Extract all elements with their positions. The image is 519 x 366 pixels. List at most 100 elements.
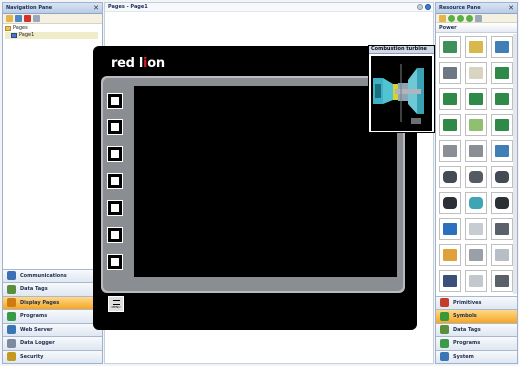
function-key-4[interactable] bbox=[107, 173, 123, 189]
navigation-pane: Navigation Pane ✕ Pages Page1 Communicat… bbox=[2, 2, 103, 364]
communications-icon bbox=[7, 271, 16, 281]
forward-icon[interactable] bbox=[457, 15, 464, 22]
tree-item-label: Pages bbox=[13, 25, 28, 31]
programs-icon bbox=[7, 311, 16, 321]
tree-item-pages[interactable]: Pages bbox=[5, 25, 100, 32]
symbol-thumbnail[interactable] bbox=[439, 114, 461, 136]
symbol-thumbnail[interactable] bbox=[465, 62, 487, 84]
forward-icon[interactable] bbox=[425, 4, 431, 10]
symbol-thumbnail[interactable] bbox=[439, 166, 461, 188]
symbol-thumbnail[interactable] bbox=[439, 88, 461, 110]
symbol-thumbnail[interactable] bbox=[439, 192, 461, 214]
resource-category[interactable]: Power bbox=[436, 23, 517, 33]
resource-button-data-tags[interactable]: Data Tags bbox=[436, 322, 517, 336]
resource-button-primitives[interactable]: Primitives bbox=[436, 295, 517, 309]
symbol-thumbnail[interactable] bbox=[465, 270, 487, 292]
symbol-thumbnail-image bbox=[469, 119, 483, 131]
symbol-thumbnail[interactable] bbox=[465, 140, 487, 162]
function-key-1[interactable] bbox=[107, 93, 123, 109]
menu-icon bbox=[113, 300, 120, 305]
resource-button-label: Primitives bbox=[453, 299, 482, 306]
display-pages-icon bbox=[7, 298, 16, 308]
nav-button-display-pages[interactable]: Display Pages bbox=[3, 295, 102, 309]
symbol-thumbnail[interactable] bbox=[491, 88, 513, 110]
symbol-thumbnail-image bbox=[443, 41, 457, 53]
symbol-thumbnail-image bbox=[495, 67, 509, 79]
symbol-thumbnail-image bbox=[469, 197, 483, 209]
symbol-thumbnail[interactable] bbox=[439, 62, 461, 84]
rename-icon[interactable] bbox=[33, 15, 40, 22]
symbol-thumbnail-image bbox=[495, 249, 509, 261]
symbol-thumbnail[interactable] bbox=[465, 244, 487, 266]
up-icon[interactable] bbox=[466, 15, 473, 22]
symbol-thumbnail[interactable] bbox=[491, 36, 513, 58]
nav-button-security[interactable]: Security bbox=[3, 349, 102, 363]
folder-icon[interactable] bbox=[439, 15, 446, 22]
symbol-thumbnail-image bbox=[495, 145, 509, 157]
function-key-5[interactable] bbox=[107, 200, 123, 216]
programs-icon bbox=[440, 338, 449, 348]
nav-button-data-tags[interactable]: Data Tags bbox=[3, 282, 102, 296]
symbols-icon bbox=[440, 311, 449, 321]
resource-category-buttons: Primitives Symbols Data Tags Programs System bbox=[436, 295, 517, 363]
resource-button-programs[interactable]: Programs bbox=[436, 336, 517, 350]
close-icon[interactable]: ✕ bbox=[508, 4, 514, 12]
symbol-thumbnail[interactable] bbox=[439, 244, 461, 266]
symbol-scrollbar[interactable] bbox=[513, 34, 517, 294]
function-key-7[interactable] bbox=[107, 254, 123, 270]
symbol-thumbnail[interactable] bbox=[491, 192, 513, 214]
symbol-thumbnail-image bbox=[443, 197, 457, 209]
symbol-thumbnail[interactable] bbox=[439, 140, 461, 162]
symbol-thumbnail[interactable] bbox=[465, 192, 487, 214]
resource-button-label: Data Tags bbox=[453, 326, 481, 333]
symbol-thumbnail[interactable] bbox=[439, 270, 461, 292]
function-key-3[interactable] bbox=[107, 146, 123, 162]
resource-button-system[interactable]: System bbox=[436, 349, 517, 363]
close-icon[interactable]: ✕ bbox=[93, 4, 99, 12]
brand-logo-prefix: red l bbox=[111, 56, 144, 71]
nav-button-label: Data Logger bbox=[20, 340, 55, 347]
editor-title: Pages - Page1 bbox=[108, 4, 148, 10]
symbol-thumbnail[interactable] bbox=[465, 88, 487, 110]
symbol-thumbnail[interactable] bbox=[465, 166, 487, 188]
symbol-thumbnail[interactable] bbox=[491, 218, 513, 240]
symbol-thumbnail[interactable] bbox=[491, 270, 513, 292]
symbol-thumbnail-image bbox=[469, 41, 483, 53]
resource-pane: Resource Pane ✕ Power Primitives Symbols D… bbox=[435, 2, 518, 364]
symbol-thumbnail[interactable] bbox=[465, 218, 487, 240]
symbol-thumbnail[interactable] bbox=[491, 244, 513, 266]
symbol-thumbnail[interactable] bbox=[491, 62, 513, 84]
function-key-6[interactable] bbox=[107, 227, 123, 243]
nav-button-programs[interactable]: Programs bbox=[3, 309, 102, 323]
back-icon[interactable] bbox=[448, 15, 455, 22]
symbol-thumbnail-image bbox=[443, 223, 457, 235]
folder-icon bbox=[5, 26, 11, 31]
symbol-thumbnail[interactable] bbox=[439, 218, 461, 240]
brand-logo-suffix: on bbox=[147, 56, 165, 71]
function-key-2[interactable] bbox=[107, 119, 123, 135]
symbol-thumbnail-image bbox=[495, 171, 509, 183]
back-icon[interactable] bbox=[417, 4, 423, 10]
settings-icon[interactable] bbox=[475, 15, 482, 22]
symbol-thumbnail[interactable] bbox=[465, 114, 487, 136]
symbol-thumbnail[interactable] bbox=[439, 36, 461, 58]
resource-button-symbols[interactable]: Symbols bbox=[436, 309, 517, 323]
symbol-preview-tooltip: Combustion turbine bbox=[368, 45, 435, 133]
new-folder-icon[interactable] bbox=[6, 15, 13, 22]
resource-pane-title-text: Resource Pane bbox=[439, 5, 481, 11]
symbol-thumbnail[interactable] bbox=[491, 114, 513, 136]
symbol-thumbnail[interactable] bbox=[491, 166, 513, 188]
display-screen[interactable] bbox=[134, 86, 397, 277]
nav-button-communications[interactable]: Communications bbox=[3, 268, 102, 282]
symbol-thumbnail[interactable] bbox=[465, 36, 487, 58]
symbol-thumbnail-image bbox=[469, 223, 483, 235]
menu-button[interactable]: MENU bbox=[108, 296, 124, 312]
nav-button-web-server[interactable]: Web Server bbox=[3, 322, 102, 336]
symbol-thumbnail-image bbox=[495, 223, 509, 235]
new-page-icon[interactable] bbox=[15, 15, 22, 22]
symbol-thumbnail-image bbox=[469, 93, 483, 105]
tree-item-page1[interactable]: Page1 bbox=[5, 32, 98, 39]
delete-icon[interactable] bbox=[24, 15, 31, 22]
nav-button-data-logger[interactable]: Data Logger bbox=[3, 336, 102, 350]
symbol-thumbnail[interactable] bbox=[491, 140, 513, 162]
